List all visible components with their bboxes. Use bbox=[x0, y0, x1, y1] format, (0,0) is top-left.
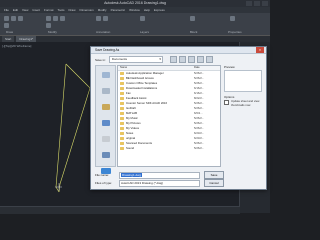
folder-icon bbox=[120, 82, 124, 85]
save-in-row: Save in: Documents ▾ bbox=[95, 56, 213, 63]
dimension-tool-icon[interactable] bbox=[103, 16, 108, 21]
folder-icon bbox=[120, 92, 124, 95]
ribbon: Draw Modify Annotation Layers Block Prop… bbox=[0, 13, 270, 36]
drawn-polyline bbox=[58, 63, 91, 193]
folder-icon bbox=[120, 132, 124, 135]
list-item[interactable]: Sound 5/26/2... bbox=[118, 146, 220, 151]
match-properties-icon[interactable] bbox=[230, 16, 235, 21]
place-history[interactable] bbox=[96, 68, 115, 82]
maximize-button[interactable] bbox=[254, 1, 260, 6]
file-name-row: File name: Drawing1.dwg Save bbox=[95, 171, 224, 179]
folder-icon bbox=[120, 77, 124, 80]
folder-icon bbox=[120, 117, 124, 120]
save-in-value: Documents bbox=[111, 57, 128, 61]
folder-icon bbox=[120, 127, 124, 130]
history-icon bbox=[101, 72, 110, 78]
cancel-button[interactable]: Cancel bbox=[204, 179, 224, 187]
file-type-row: Files of type: AutoCAD 2013 Drawing (*.d… bbox=[95, 179, 224, 187]
column-date[interactable]: Date bbox=[194, 66, 220, 70]
ribbon-panel-annotation[interactable]: Annotation bbox=[96, 30, 110, 34]
app-title: Autodesk AutoCAD 2016 Drawing1.dwg bbox=[104, 1, 166, 5]
close-window-button[interactable] bbox=[262, 1, 268, 6]
folder-icon bbox=[120, 112, 124, 115]
folder-icon bbox=[120, 72, 124, 75]
delete-icon[interactable] bbox=[187, 56, 195, 63]
insert-block-icon[interactable] bbox=[190, 16, 195, 21]
dialog-toolbar bbox=[169, 56, 213, 63]
polyline-tool-icon[interactable] bbox=[11, 16, 16, 21]
update-thumbnails-option[interactable]: Update sheet and view thumbnails now bbox=[224, 99, 265, 107]
views-icon[interactable] bbox=[205, 56, 213, 63]
close-icon[interactable]: × bbox=[256, 47, 264, 53]
folder-icon bbox=[120, 107, 124, 110]
folder-icon bbox=[120, 142, 124, 145]
desktop-icon bbox=[101, 120, 110, 126]
text-tool-icon[interactable] bbox=[96, 16, 101, 21]
preview-box bbox=[224, 70, 262, 92]
status-bar bbox=[0, 206, 240, 214]
folder-icon bbox=[120, 147, 124, 150]
cloud-icon bbox=[101, 152, 110, 158]
place-ftp[interactable] bbox=[96, 132, 115, 146]
folder-icon bbox=[120, 102, 124, 105]
new-folder-icon[interactable] bbox=[196, 56, 204, 63]
preview-label: Preview bbox=[224, 65, 235, 69]
update-thumbnails-checkbox[interactable] bbox=[224, 100, 229, 105]
file-type-dropdown[interactable]: AutoCAD 2013 Drawing (*.dwg) bbox=[119, 179, 200, 187]
file-name-value: Drawing1.dwg bbox=[121, 172, 143, 177]
file-type-label: Files of type: bbox=[95, 181, 113, 185]
place-desktop[interactable] bbox=[96, 116, 115, 130]
ribbon-panel-layers[interactable]: Layers bbox=[140, 30, 149, 34]
save-in-dropdown[interactable]: Documents ▾ bbox=[108, 56, 163, 63]
documents-icon bbox=[101, 88, 110, 94]
ribbon-panel-properties[interactable]: Properties bbox=[228, 30, 242, 34]
file-list[interactable]: Name Date Autodesk Application Manager 5/… bbox=[117, 65, 221, 167]
update-thumbnails-label: Update sheet and view thumbnails now bbox=[231, 99, 260, 107]
dialog-title-bar: Save Drawing As × bbox=[91, 47, 266, 54]
place-documents[interactable] bbox=[96, 84, 115, 98]
file-name: Sound bbox=[126, 146, 135, 150]
folder-icon bbox=[120, 87, 124, 90]
ribbon-panel-modify[interactable]: Modify bbox=[48, 30, 57, 34]
folder-icon bbox=[120, 97, 124, 100]
up-folder-icon[interactable] bbox=[178, 56, 186, 63]
place-favorites[interactable] bbox=[96, 100, 115, 114]
save-drawing-dialog: Save Drawing As × Save in: Documents ▾ N… bbox=[90, 46, 267, 190]
circle-tool-icon[interactable] bbox=[18, 16, 23, 21]
window-controls bbox=[246, 1, 268, 6]
layer-properties-icon[interactable] bbox=[140, 16, 145, 21]
column-name[interactable]: Name bbox=[118, 66, 194, 70]
save-in-label: Save in: bbox=[95, 57, 106, 62]
favorites-icon bbox=[101, 104, 110, 110]
ribbon-panel-draw[interactable]: Draw bbox=[6, 30, 13, 34]
copy-tool-icon[interactable] bbox=[46, 23, 51, 28]
places-sidebar bbox=[95, 65, 116, 174]
ftp-icon bbox=[101, 136, 110, 142]
file-type-value: AutoCAD 2013 Drawing (*.dwg) bbox=[121, 180, 164, 185]
move-tool-icon[interactable] bbox=[46, 16, 51, 21]
place-a360[interactable] bbox=[96, 148, 115, 162]
line-tool-icon[interactable] bbox=[4, 16, 9, 21]
chevron-down-icon: ▾ bbox=[159, 57, 161, 61]
trim-tool-icon[interactable] bbox=[60, 16, 65, 21]
folder-icon bbox=[120, 137, 124, 140]
drawn-line bbox=[55, 63, 67, 193]
title-bar: Autodesk AutoCAD 2016 Drawing1.dwg bbox=[0, 0, 270, 7]
file-name-label: File name: bbox=[95, 173, 110, 177]
ribbon-panel-block[interactable]: Block bbox=[190, 30, 197, 34]
rotate-tool-icon[interactable] bbox=[53, 16, 58, 21]
arc-tool-icon[interactable] bbox=[4, 23, 9, 28]
file-name-input[interactable]: Drawing1.dwg bbox=[119, 171, 200, 179]
folder-icon bbox=[120, 122, 124, 125]
minimize-button[interactable] bbox=[246, 1, 252, 6]
file-rows: Autodesk Application Manager 5/26/2... BE … bbox=[118, 71, 220, 151]
back-icon[interactable] bbox=[169, 56, 177, 63]
dialog-title: Save Drawing As bbox=[95, 48, 120, 52]
file-date: 5/26/2... bbox=[194, 146, 205, 150]
save-button[interactable]: Save bbox=[204, 171, 224, 179]
